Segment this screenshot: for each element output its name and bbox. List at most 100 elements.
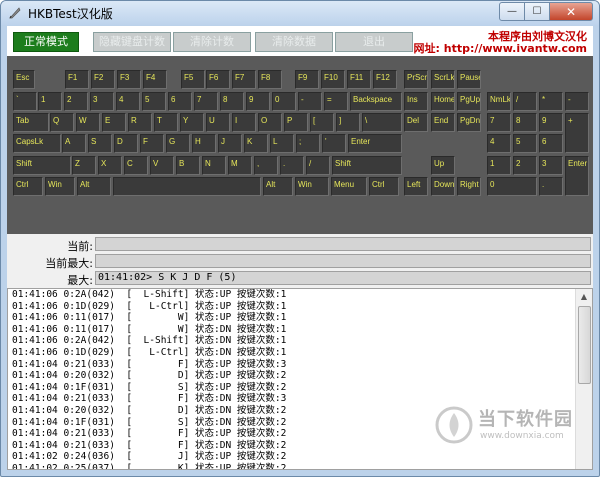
key-PgUp[interactable]: PgUp bbox=[457, 92, 481, 111]
key-W[interactable]: W bbox=[76, 113, 100, 132]
key-x91[interactable]: [ bbox=[310, 113, 334, 132]
key-V[interactable]: V bbox=[150, 156, 174, 175]
key-CapsLk[interactable]: CapsLk bbox=[13, 134, 61, 153]
key-F11[interactable]: F11 bbox=[347, 70, 371, 89]
normal-mode-button[interactable]: 正常模式 bbox=[13, 32, 79, 52]
key-Up[interactable]: Up bbox=[431, 156, 455, 175]
key-2[interactable]: 2 bbox=[513, 156, 537, 175]
key-9[interactable]: 9 bbox=[539, 113, 563, 132]
key-x45[interactable]: - bbox=[565, 92, 589, 111]
key-PrScr[interactable]: PrScr bbox=[404, 70, 428, 89]
key-Win[interactable]: Win bbox=[295, 177, 329, 196]
key-0[interactable]: 0 bbox=[487, 177, 537, 196]
key-8[interactable]: 8 bbox=[220, 92, 244, 111]
hide-keyboard-count-button[interactable]: 隐藏键盘计数 bbox=[93, 32, 171, 52]
key-Right[interactable]: Right bbox=[457, 177, 481, 196]
key-Ctrl[interactable]: Ctrl bbox=[369, 177, 399, 196]
key-4[interactable]: 4 bbox=[116, 92, 140, 111]
key-Q[interactable]: Q bbox=[50, 113, 74, 132]
key-Home[interactable]: Home bbox=[431, 92, 455, 111]
key-F6[interactable]: F6 bbox=[206, 70, 230, 89]
key-Win[interactable]: Win bbox=[45, 177, 75, 196]
key-Tab[interactable]: Tab bbox=[13, 113, 49, 132]
key-Y[interactable]: Y bbox=[180, 113, 204, 132]
key-K[interactable]: K bbox=[244, 134, 268, 153]
key-U[interactable]: U bbox=[206, 113, 230, 132]
key-P[interactable]: P bbox=[284, 113, 308, 132]
key-F7[interactable]: F7 bbox=[232, 70, 256, 89]
key-3[interactable]: 3 bbox=[539, 156, 563, 175]
key-4[interactable]: 4 bbox=[487, 134, 511, 153]
key-Enter[interactable]: Enter bbox=[565, 156, 589, 196]
key-x44[interactable]: , bbox=[254, 156, 278, 175]
maximize-button[interactable]: ☐ bbox=[524, 2, 550, 21]
key-1[interactable]: 1 bbox=[487, 156, 511, 175]
key-Ctrl[interactable]: Ctrl bbox=[13, 177, 43, 196]
key-Z[interactable]: Z bbox=[72, 156, 96, 175]
key-A[interactable]: A bbox=[62, 134, 86, 153]
log-scrollbar[interactable]: ▲ bbox=[575, 289, 592, 469]
key-x96[interactable]: ` bbox=[13, 92, 37, 111]
key-F1[interactable]: F1 bbox=[65, 70, 89, 89]
key-Menu[interactable]: Menu bbox=[331, 177, 367, 196]
key-1[interactable]: 1 bbox=[38, 92, 62, 111]
key-x39[interactable]: ' bbox=[322, 134, 346, 153]
key-G[interactable]: G bbox=[166, 134, 190, 153]
key-I[interactable]: I bbox=[232, 113, 256, 132]
key-M[interactable]: M bbox=[228, 156, 252, 175]
key-F10[interactable]: F10 bbox=[321, 70, 345, 89]
key-F2[interactable]: F2 bbox=[91, 70, 115, 89]
key-O[interactable]: O bbox=[258, 113, 282, 132]
key-7[interactable]: 7 bbox=[487, 113, 511, 132]
key-6[interactable]: 6 bbox=[539, 134, 563, 153]
key-x46[interactable]: . bbox=[539, 177, 563, 196]
scroll-thumb[interactable] bbox=[578, 306, 591, 384]
key-F8[interactable]: F8 bbox=[258, 70, 282, 89]
key-J[interactable]: J bbox=[218, 134, 242, 153]
key-x92[interactable]: \ bbox=[362, 113, 402, 132]
key-F3[interactable]: F3 bbox=[117, 70, 141, 89]
clear-count-button[interactable]: 清除计数 bbox=[173, 32, 251, 52]
key-F[interactable]: F bbox=[140, 134, 164, 153]
clear-data-button[interactable]: 清除数据 bbox=[255, 32, 333, 52]
key-Left[interactable]: Left bbox=[404, 177, 428, 196]
key-X[interactable]: X bbox=[98, 156, 122, 175]
key-F4[interactable]: F4 bbox=[143, 70, 167, 89]
key-F5[interactable]: F5 bbox=[181, 70, 205, 89]
key-Down[interactable]: Down bbox=[431, 177, 455, 196]
exit-button[interactable]: 退出 bbox=[335, 32, 413, 52]
key-Backspace[interactable]: Backspace bbox=[350, 92, 402, 111]
key-ScrLk[interactable]: ScrLk bbox=[431, 70, 455, 89]
key-0[interactable]: 0 bbox=[272, 92, 296, 111]
key-space[interactable] bbox=[113, 177, 261, 196]
scroll-up-icon[interactable]: ▲ bbox=[576, 289, 592, 305]
key-2[interactable]: 2 bbox=[64, 92, 88, 111]
key-F9[interactable]: F9 bbox=[295, 70, 319, 89]
key-8[interactable]: 8 bbox=[513, 113, 537, 132]
key-Enter[interactable]: Enter bbox=[348, 134, 402, 153]
key-Del[interactable]: Del bbox=[404, 113, 428, 132]
key-x59[interactable]: ; bbox=[296, 134, 320, 153]
close-button[interactable]: ✕ bbox=[549, 2, 593, 21]
key-NmLk[interactable]: NmLk bbox=[487, 92, 511, 111]
key-Esc[interactable]: Esc bbox=[13, 70, 35, 89]
key-T[interactable]: T bbox=[154, 113, 178, 132]
key-Alt[interactable]: Alt bbox=[77, 177, 111, 196]
key-PgDn[interactable]: PgDn bbox=[457, 113, 481, 132]
key-N[interactable]: N bbox=[202, 156, 226, 175]
key-x61[interactable]: = bbox=[324, 92, 348, 111]
key-C[interactable]: C bbox=[124, 156, 148, 175]
key-x47[interactable]: / bbox=[306, 156, 330, 175]
key-E[interactable]: E bbox=[102, 113, 126, 132]
key-x47[interactable]: / bbox=[513, 92, 537, 111]
key-Shift[interactable]: Shift bbox=[13, 156, 71, 175]
key-Alt[interactable]: Alt bbox=[263, 177, 293, 196]
event-log[interactable]: 01:41:06 0:2A(042) [ L-Shift] 状态:UP 按键次数… bbox=[7, 288, 593, 470]
key-F12[interactable]: F12 bbox=[373, 70, 397, 89]
key-B[interactable]: B bbox=[176, 156, 200, 175]
key-End[interactable]: End bbox=[431, 113, 455, 132]
title-bar[interactable]: HKBTest汉化版 — ☐ ✕ bbox=[1, 1, 599, 25]
key-L[interactable]: L bbox=[270, 134, 294, 153]
key-D[interactable]: D bbox=[114, 134, 138, 153]
key-S[interactable]: S bbox=[88, 134, 112, 153]
